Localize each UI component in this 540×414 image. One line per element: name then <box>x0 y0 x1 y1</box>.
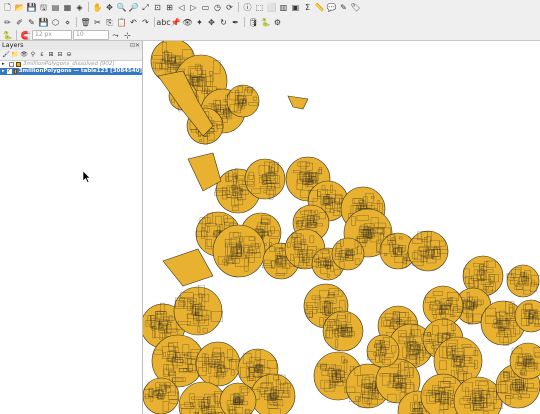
label-icon[interactable]: 🏷 <box>350 2 361 13</box>
layers-panel-header: Layers ⊡✕ <box>0 41 142 50</box>
zoom-out-icon[interactable]: 🔎 <box>128 2 139 13</box>
select-features-icon[interactable]: ⬚ <box>254 2 265 13</box>
polygon-feature <box>287 95 309 110</box>
zoom-next-icon[interactable]: ▷ <box>188 2 199 13</box>
print-layout-icon[interactable]: ▤ <box>50 2 61 13</box>
python-icon[interactable]: 🐍 <box>2 30 13 41</box>
tracing-icon[interactable]: ⤳ <box>110 30 121 41</box>
statistics-icon[interactable]: Σ <box>302 2 313 13</box>
layer-item-dissolved[interactable]: ▸ 3millionPolygons_dissolved [902] <box>0 61 142 68</box>
deselect-icon[interactable]: ⬜ <box>266 2 277 13</box>
toolbar-separator <box>88 2 89 12</box>
delete-icon[interactable]: 🗑 <box>80 17 91 28</box>
polygon-feature <box>187 152 222 192</box>
digitize-icon[interactable]: ✏ <box>2 17 13 28</box>
polygon-cluster <box>226 84 260 118</box>
zoom-last-icon[interactable]: ◁ <box>176 2 187 13</box>
main-toolbar: 🗋 📂 💾 🖫 ▤ ▦ ◈ ✋ ✥ 🔍 🔎 ⤢ ⊡ ⊞ ◁ ▷ ▭ ◷ ⟳ ⓘ … <box>0 0 540 14</box>
annotation-icon[interactable]: ✎ <box>338 2 349 13</box>
python-console-icon[interactable]: 🐍 <box>260 17 271 28</box>
move-label-icon[interactable]: ✥ <box>206 17 217 28</box>
attribute-table-icon[interactable]: ▥ <box>278 2 289 13</box>
snapping-icon[interactable]: 🧲 <box>20 30 31 41</box>
expand-icon[interactable]: ▸ <box>2 68 5 75</box>
toolbar-separator <box>16 30 17 40</box>
temporal-controller-icon[interactable]: ◷ <box>212 2 223 13</box>
layer-visibility-checkbox[interactable] <box>9 62 14 67</box>
zoom-layer-icon[interactable]: ⊞ <box>164 2 175 13</box>
style-manager-icon[interactable]: ◈ <box>74 2 85 13</box>
layer-item-table123[interactable]: ▸ ✓ 3millionPolygons — table123 [3084540… <box>0 68 142 75</box>
open-layer-styling-icon[interactable]: 🖌 <box>2 51 10 59</box>
db-manager-icon[interactable]: 🛢 <box>248 17 259 28</box>
polygon-cluster <box>178 381 228 414</box>
new-project-icon[interactable]: 🗋 <box>2 2 13 13</box>
snapping-toolbar: 🐍 🧲 12 px 10 ⤳ ⊹ <box>0 30 540 41</box>
open-project-icon[interactable]: 📂 <box>14 2 25 13</box>
save-project-icon[interactable]: 💾 <box>26 2 37 13</box>
toolbar-separator <box>76 17 77 27</box>
label-tool-icon[interactable]: abc <box>156 17 170 28</box>
redo-icon[interactable]: ↷ <box>140 17 151 28</box>
vertex-tool-icon[interactable]: ⋄ <box>62 17 73 28</box>
zoom-in-icon[interactable]: 🔍 <box>116 2 127 13</box>
panel-close-icon[interactable]: ⊡✕ <box>130 41 140 50</box>
toolbar-separator <box>154 17 155 27</box>
identify-icon[interactable]: ⓘ <box>242 2 253 13</box>
cut-icon[interactable]: ✂ <box>92 17 103 28</box>
highlight-label-icon[interactable]: ✦ <box>194 17 205 28</box>
zoom-selection-icon[interactable]: ⊡ <box>152 2 163 13</box>
layer-name: 3millionPolygons — table123 [3084540] <box>18 68 142 74</box>
undo-icon[interactable]: ↶ <box>128 17 139 28</box>
change-label-icon[interactable]: ✒ <box>230 17 241 28</box>
advanced-digitizing-icon[interactable]: ⊹ <box>122 30 133 41</box>
add-group-icon[interactable]: 📁 <box>11 51 19 59</box>
expand-all-icon[interactable]: ⊞ <box>47 51 55 59</box>
layers-toolbar: 🖌 📁 👁 ⚲ ε ⊞ ⊟ ⊖ <box>0 50 142 61</box>
collapse-all-icon[interactable]: ⊟ <box>56 51 64 59</box>
filter-by-expression-icon[interactable]: ε <box>38 51 46 59</box>
expand-icon[interactable]: ▸ <box>2 61 7 68</box>
polygon-feature <box>162 248 214 287</box>
measure-icon[interactable]: 📏 <box>314 2 325 13</box>
add-feature-icon[interactable]: ⬡ <box>50 17 61 28</box>
snap-tolerance-field[interactable]: 12 px <box>32 30 72 40</box>
layout-manager-icon[interactable]: ▦ <box>62 2 73 13</box>
rotate-label-icon[interactable]: ↻ <box>218 17 229 28</box>
mouse-cursor-icon <box>83 171 91 183</box>
processing-toolbox-icon[interactable]: ⚙ <box>272 17 283 28</box>
layer-visibility-checkbox[interactable]: ✓ <box>6 68 12 74</box>
pan-icon[interactable]: ✋ <box>92 2 103 13</box>
filter-legend-icon[interactable]: ⚲ <box>29 51 37 59</box>
toolbar-separator <box>244 17 245 27</box>
layer-name: 3millionPolygons_dissolved [902] <box>23 61 115 67</box>
layer-symbol-swatch <box>16 62 21 67</box>
map-tips-icon[interactable]: 💬 <box>326 2 337 13</box>
polygon-layer-render <box>143 41 540 414</box>
manage-map-themes-icon[interactable]: 👁 <box>20 51 28 59</box>
layers-panel-title: Layers <box>2 41 24 49</box>
field-calculator-icon[interactable]: ▣ <box>290 2 301 13</box>
new-map-view-icon[interactable]: ▭ <box>200 2 211 13</box>
toggle-editing-icon[interactable]: ✎ <box>26 17 37 28</box>
layers-panel: Layers ⊡✕ 🖌 📁 👁 ⚲ ε ⊞ ⊟ ⊖ ▸ 3millionPoly… <box>0 41 143 414</box>
refresh-icon[interactable]: ⟳ <box>224 2 235 13</box>
paste-icon[interactable]: 📋 <box>116 17 127 28</box>
map-canvas[interactable] <box>143 41 540 414</box>
digitizing-toolbar: ✏ ✐ ✎ 💾 ⬡ ⋄ 🗑 ✂ ⎘ 📋 ↶ ↷ abc 📌 👁 ✦ ✥ ↻ ✒ … <box>0 14 540 30</box>
show-label-icon[interactable]: 👁 <box>182 17 193 28</box>
pan-to-selection-icon[interactable]: ✥ <box>104 2 115 13</box>
remove-layer-icon[interactable]: ⊖ <box>65 51 73 59</box>
current-edits-icon[interactable]: ✐ <box>14 17 25 28</box>
zoom-full-icon[interactable]: ⤢ <box>140 2 151 13</box>
pin-label-icon[interactable]: 📌 <box>170 17 181 28</box>
save-as-icon[interactable]: 🖫 <box>38 2 49 13</box>
layer-symbol-swatch <box>13 69 17 74</box>
vertex-tolerance-field[interactable]: 10 <box>73 30 109 40</box>
save-edits-icon[interactable]: 💾 <box>38 17 49 28</box>
copy-icon[interactable]: ⎘ <box>104 17 115 28</box>
toolbar-separator <box>238 2 239 12</box>
